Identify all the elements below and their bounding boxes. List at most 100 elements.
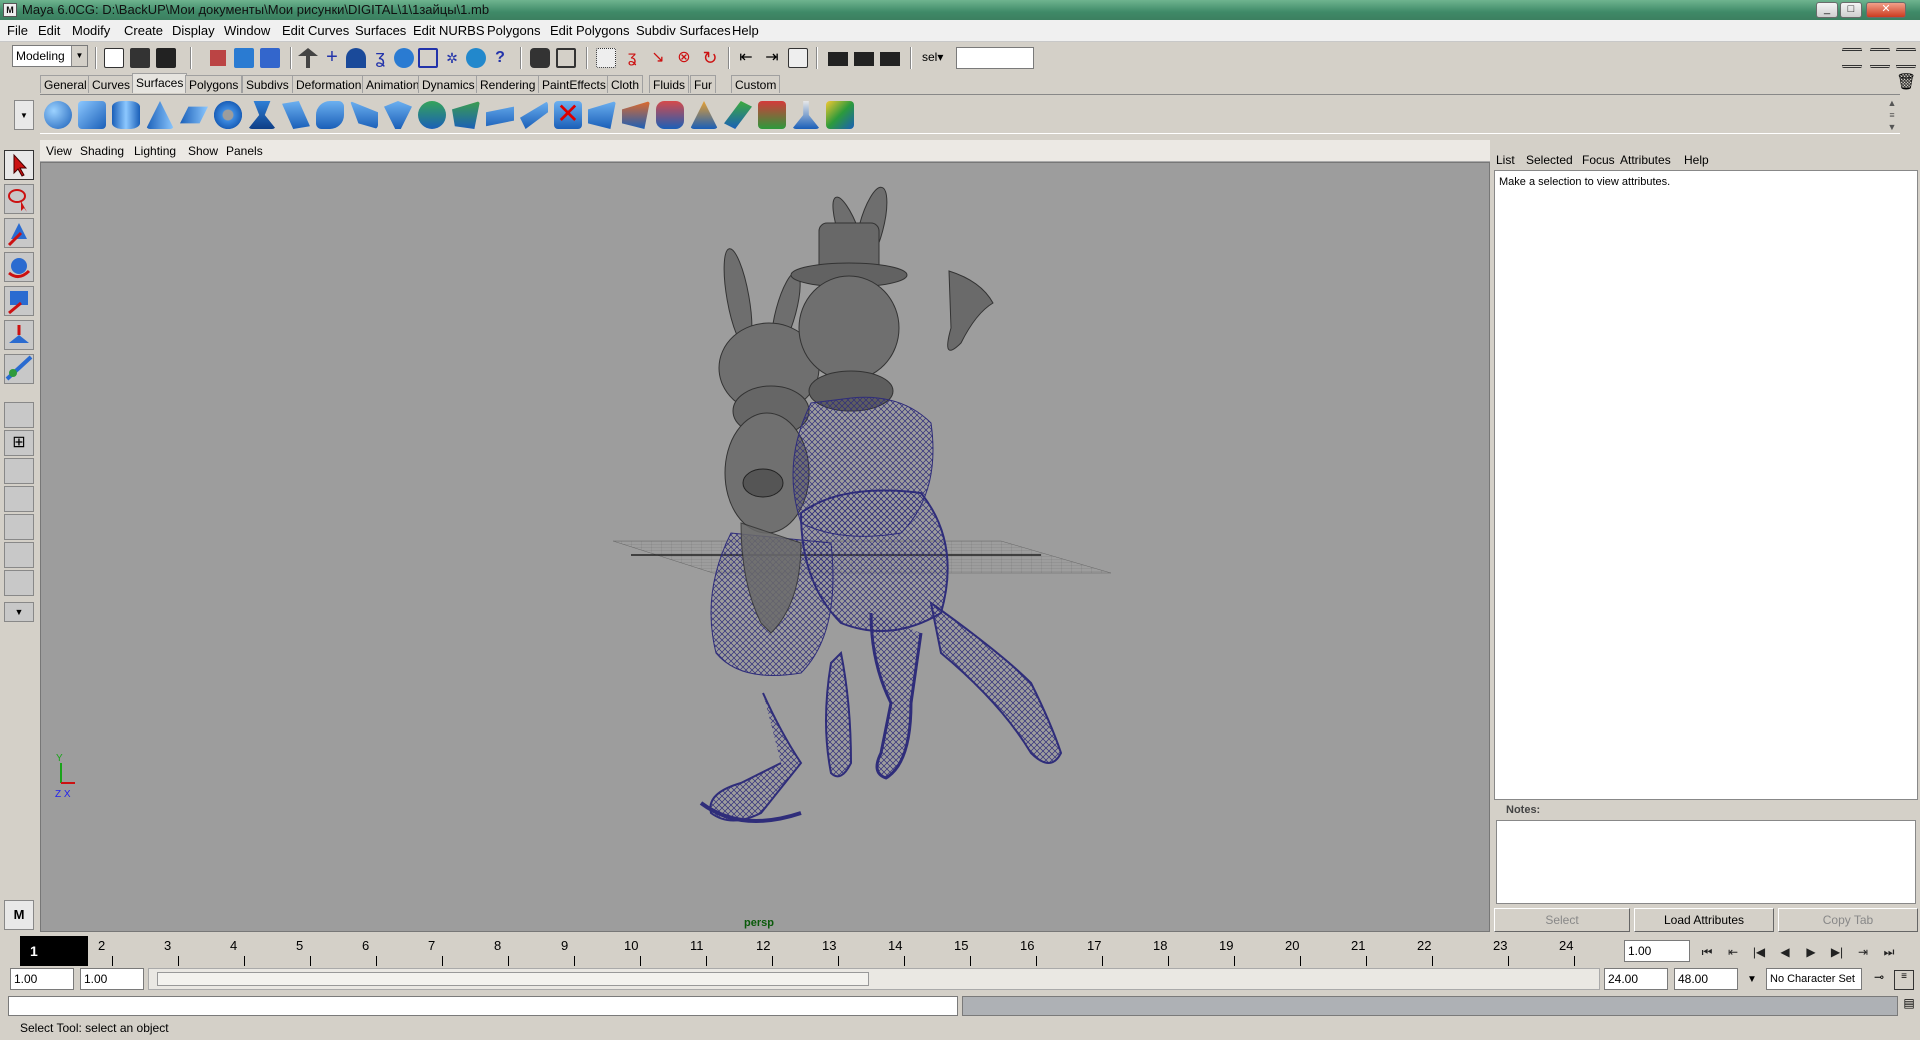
shelf-scroll-icon[interactable]: ▲ ≡ ▼: [1886, 97, 1898, 133]
viewport-menu-panels[interactable]: Panels: [226, 144, 263, 158]
select-tool-button[interactable]: [4, 150, 34, 180]
layout-menu-button[interactable]: ▼: [4, 602, 34, 622]
nurbs-sphere-icon[interactable]: [44, 101, 72, 129]
menu-edit[interactable]: Edit: [38, 23, 60, 38]
step-back-frame-icon[interactable]: |◀: [1748, 942, 1770, 962]
close-button[interactable]: ✕: [1866, 2, 1906, 18]
shelf-tab-painteffects[interactable]: PaintEffects: [538, 75, 610, 93]
menu-surfaces[interactable]: Surfaces: [355, 23, 406, 38]
shelf-tab-cloth[interactable]: Cloth: [607, 75, 644, 93]
play-backward-icon[interactable]: ◀: [1774, 942, 1796, 962]
menu-file[interactable]: File: [7, 23, 28, 38]
attr-menu-attributes[interactable]: Attributes: [1620, 153, 1671, 167]
new-scene-icon[interactable]: [104, 48, 124, 68]
shelf-tab-animation[interactable]: Animation: [362, 75, 424, 93]
shelf-tab-rendering[interactable]: Rendering: [476, 75, 540, 93]
insert-isoparms-icon[interactable]: [758, 101, 786, 129]
show-attribute-editor-icon[interactable]: [1842, 48, 1862, 68]
shelf-tab-surfaces[interactable]: Surfaces: [132, 73, 188, 93]
select-rendering-icon[interactable]: [466, 48, 486, 68]
extend-surfaces-icon[interactable]: [792, 101, 820, 129]
nurbs-plane-icon[interactable]: [180, 106, 208, 124]
trash-icon[interactable]: 🗑: [1896, 72, 1916, 92]
mode-selector[interactable]: Modeling ▼: [12, 45, 88, 67]
select-type-menu-icon[interactable]: [298, 48, 318, 68]
nurbs-cone-icon[interactable]: [146, 101, 174, 129]
shelf-tab-dynamics[interactable]: Dynamics: [418, 75, 479, 93]
save-scene-icon[interactable]: [156, 48, 176, 68]
auto-key-icon[interactable]: ⊸: [1868, 970, 1890, 990]
shelf-tab-curves[interactable]: Curves: [88, 75, 135, 93]
select-object-icon[interactable]: [234, 48, 254, 68]
render-current-icon[interactable]: [854, 52, 874, 66]
layout-persp-outliner-button[interactable]: [4, 458, 34, 484]
play-forward-icon[interactable]: ▶: [1800, 942, 1822, 962]
range-slider-handle[interactable]: [157, 972, 869, 986]
input-ops-icon[interactable]: ⇤: [736, 48, 756, 68]
revolve-icon[interactable]: [248, 101, 276, 129]
manipulator-tool-button[interactable]: [4, 320, 34, 350]
render-view-icon[interactable]: [828, 52, 848, 66]
shelf-tab-general[interactable]: General: [40, 75, 91, 93]
layout-hypershade-button[interactable]: [4, 514, 34, 540]
move-tool-button[interactable]: [4, 218, 34, 248]
layout-single-button[interactable]: [4, 402, 34, 428]
viewport-menu-lighting[interactable]: Lighting: [134, 144, 176, 158]
notes-field[interactable]: [1496, 820, 1916, 904]
command-line-input[interactable]: [8, 996, 958, 1016]
quick-selection-field[interactable]: [956, 47, 1034, 69]
menu-polygons[interactable]: Polygons: [487, 23, 540, 38]
soft-mod-tool-button[interactable]: [4, 354, 34, 384]
minimize-button[interactable]: _: [1816, 2, 1838, 18]
select-joints-icon[interactable]: [346, 48, 366, 68]
scale-tool-button[interactable]: [4, 286, 34, 316]
shelf-tab-fur[interactable]: Fur: [690, 75, 716, 93]
chevron-down-icon[interactable]: ▼: [71, 46, 87, 66]
project-curve-icon[interactable]: [520, 101, 548, 129]
end-time-field[interactable]: 48.00: [1674, 968, 1738, 990]
current-frame-marker[interactable]: 1: [20, 936, 88, 966]
shelf-tab-deformation[interactable]: Deformation: [292, 75, 366, 93]
layout-persp-graph-button[interactable]: [4, 486, 34, 512]
attr-menu-list[interactable]: List: [1496, 153, 1515, 167]
nurbs-cylinder-icon[interactable]: [112, 101, 140, 129]
menu-help[interactable]: Help: [732, 23, 759, 38]
planar-icon[interactable]: [316, 101, 344, 129]
time-slider[interactable]: 1 2 3 4 5 6 7 8 9 10 11 12 13 14 15 16 1…: [12, 936, 1622, 966]
viewport-menu-show[interactable]: Show: [188, 144, 218, 158]
menu-window[interactable]: Window: [224, 23, 270, 38]
select-surfaces-icon[interactable]: [394, 48, 414, 68]
shelf-menu-button[interactable]: ▼: [14, 100, 34, 130]
detach-surfaces-icon[interactable]: [656, 101, 684, 129]
extrude-icon[interactable]: [350, 101, 378, 129]
snap-point-icon[interactable]: ↘: [648, 48, 668, 68]
go-to-end-icon[interactable]: ⏭: [1878, 942, 1900, 962]
rotate-tool-button[interactable]: [4, 252, 34, 282]
playback-end-field[interactable]: 24.00: [1604, 968, 1668, 990]
nurbs-cube-icon[interactable]: [78, 101, 106, 129]
shelf-tab-subdivs[interactable]: Subdivs: [242, 75, 293, 93]
show-channel-box-icon[interactable]: [1870, 48, 1890, 68]
character-set-field[interactable]: No Character Set: [1766, 968, 1862, 990]
select-button[interactable]: Select: [1494, 908, 1630, 932]
load-attributes-button[interactable]: Load Attributes: [1634, 908, 1774, 932]
select-hierarchy-icon[interactable]: [210, 50, 226, 66]
menu-create[interactable]: Create: [124, 23, 163, 38]
square-icon[interactable]: [452, 101, 480, 129]
loft-icon[interactable]: [282, 101, 310, 129]
make-live-icon[interactable]: ↻: [700, 48, 720, 68]
step-forward-key-icon[interactable]: ⇥: [1852, 942, 1874, 962]
lasso-tool-button[interactable]: [4, 184, 34, 214]
go-to-start-icon[interactable]: ⏮: [1696, 942, 1718, 962]
menu-edit-polygons[interactable]: Edit Polygons: [550, 23, 630, 38]
construction-history-icon[interactable]: [788, 48, 808, 68]
playback-start-field[interactable]: 1.00: [80, 968, 144, 990]
attach-surfaces-icon[interactable]: [622, 101, 650, 129]
align-surfaces-icon[interactable]: [690, 101, 718, 129]
viewport-menu-view[interactable]: View: [46, 144, 72, 158]
maximize-button[interactable]: □: [1840, 2, 1862, 18]
menu-subdiv-surfaces[interactable]: Subdiv Surfaces: [636, 23, 731, 38]
snap-view-plane-icon[interactable]: ⊗: [674, 48, 694, 68]
open-close-surfaces-icon[interactable]: [724, 101, 752, 129]
select-dynamics-icon[interactable]: ✲: [442, 48, 462, 68]
